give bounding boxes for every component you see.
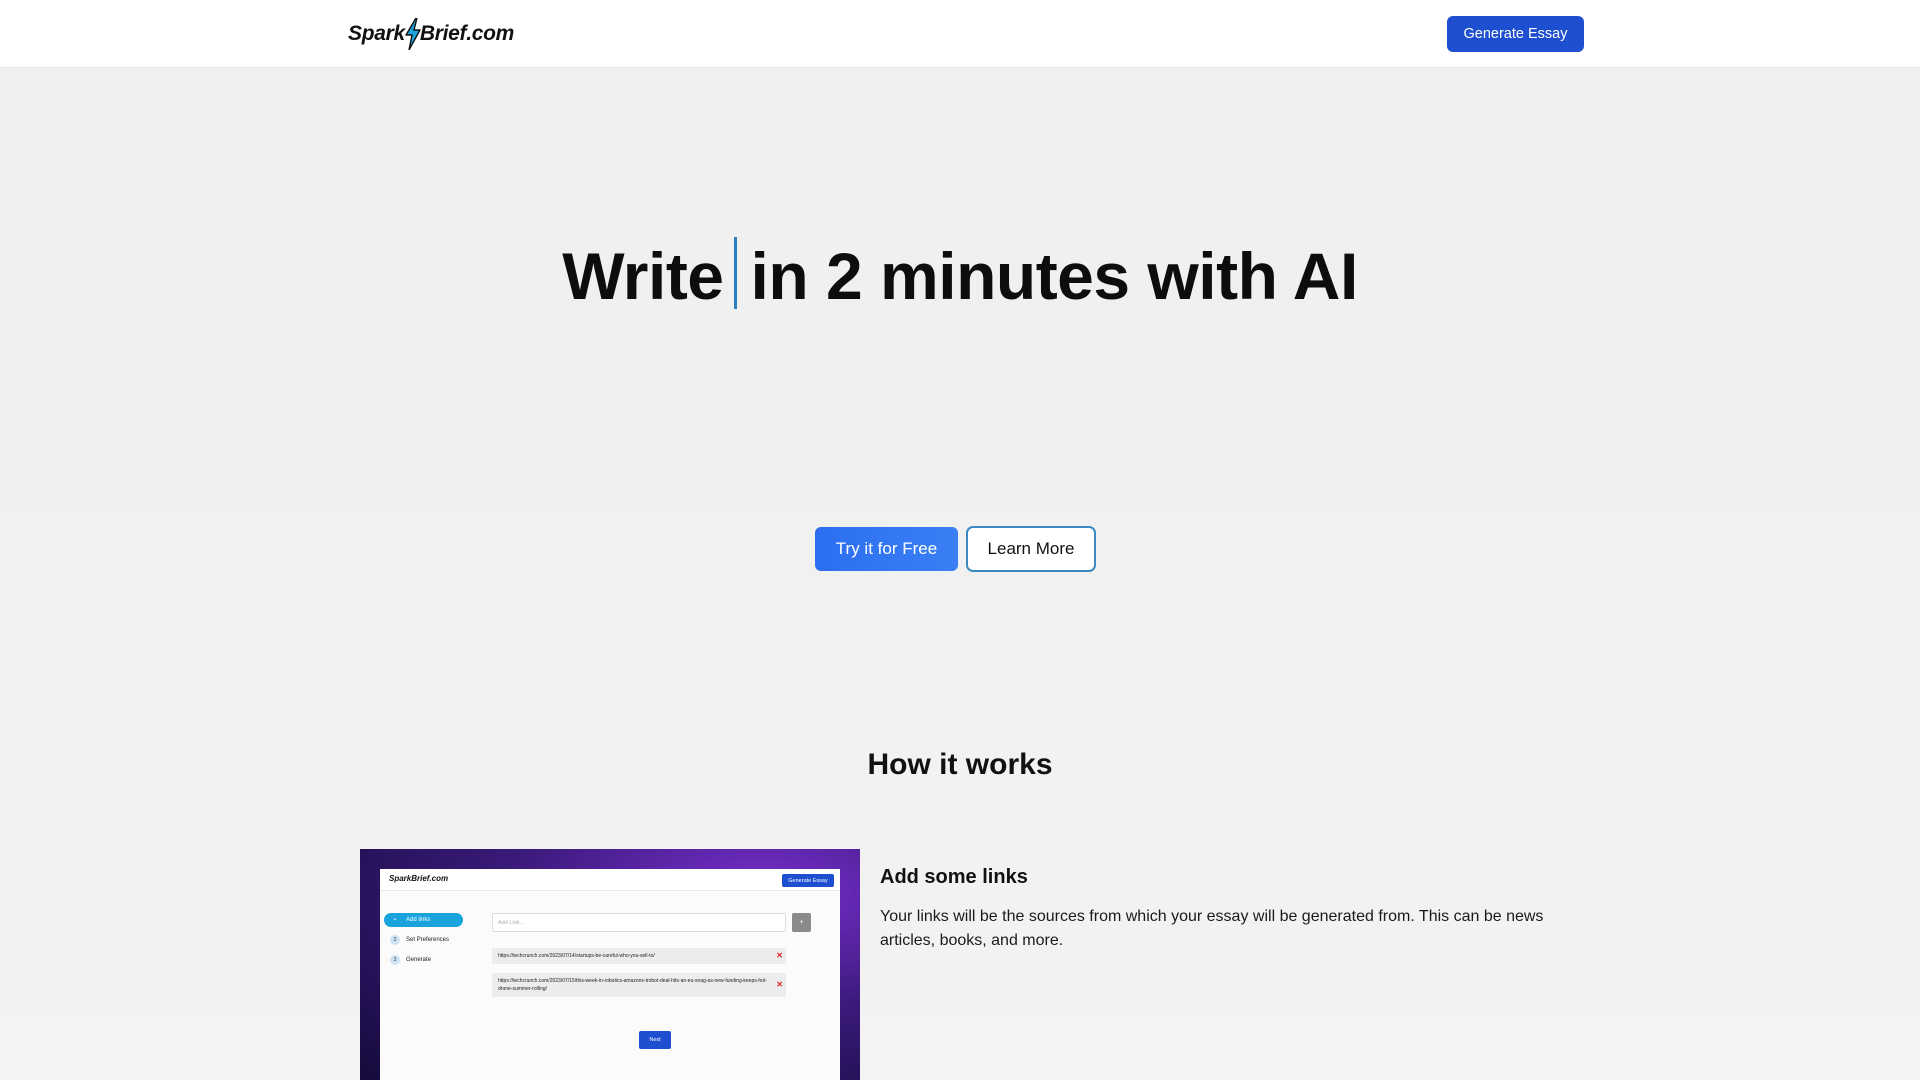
preview-step-label: Generate	[406, 957, 432, 963]
step-screenshot: SparkBrief.com Generate Essay + Add link…	[360, 849, 860, 1080]
preview-step-number: 3	[390, 955, 400, 965]
hero-headline: Write in 2 minutes with AI	[0, 236, 1920, 316]
typing-caret	[733, 237, 737, 309]
preview-generate-button: Generate Essay	[782, 874, 834, 887]
step-title: Add some links	[880, 866, 1028, 888]
preview-link-url: https://techcrunch.com/2023/07/15/this-w…	[498, 978, 768, 992]
how-it-works-heading: How it works	[867, 748, 1053, 781]
headline-start: Write	[562, 239, 724, 313]
preview-step-number: 2	[390, 935, 400, 945]
preview-link-item: https://techcrunch.com/2023/07/15/this-w…	[492, 973, 786, 997]
preview-step-label: Set Preferences	[406, 937, 450, 943]
learn-more-button[interactable]: Learn More	[966, 526, 1096, 572]
hero-cta-group: Try it for Free Learn More	[815, 526, 1096, 572]
step-description: Your links will be the sources from whic…	[880, 908, 1544, 949]
logo-text-left: Spark	[348, 22, 405, 45]
site-logo[interactable]: Spark Brief.com	[348, 16, 514, 52]
preview-step-set-preferences: 2 Set Preferences	[384, 933, 449, 947]
try-free-button[interactable]: Try it for Free	[815, 527, 958, 571]
preview-step-label: Add links	[406, 917, 431, 923]
preview-link-item: https://techcrunch.com/2023/07/14/startu…	[492, 948, 786, 964]
top-navigation-bar: Spark Brief.com Generate Essay	[0, 0, 1920, 68]
preview-link-input: Add Link...	[492, 913, 786, 932]
preview-logo: SparkBrief.com	[389, 874, 449, 883]
preview-add-link-button: +	[792, 913, 811, 932]
preview-step-add-links: + Add links	[384, 913, 463, 927]
generate-essay-button[interactable]: Generate Essay	[1447, 16, 1584, 52]
remove-link-icon: ✕	[776, 980, 783, 989]
preview-step-generate: 3 Generate	[384, 953, 431, 967]
preview-navbar: SparkBrief.com Generate Essay	[380, 869, 840, 891]
headline-end: in 2 minutes with AI	[750, 239, 1359, 313]
preview-link-url: https://techcrunch.com/2023/07/14/startu…	[498, 953, 655, 959]
preview-next-button: Next	[639, 1031, 671, 1049]
preview-step-number: +	[393, 917, 397, 923]
logo-text-right: Brief.com	[419, 22, 515, 45]
remove-link-icon: ✕	[776, 951, 783, 960]
preview-window: SparkBrief.com Generate Essay + Add link…	[380, 869, 840, 1080]
